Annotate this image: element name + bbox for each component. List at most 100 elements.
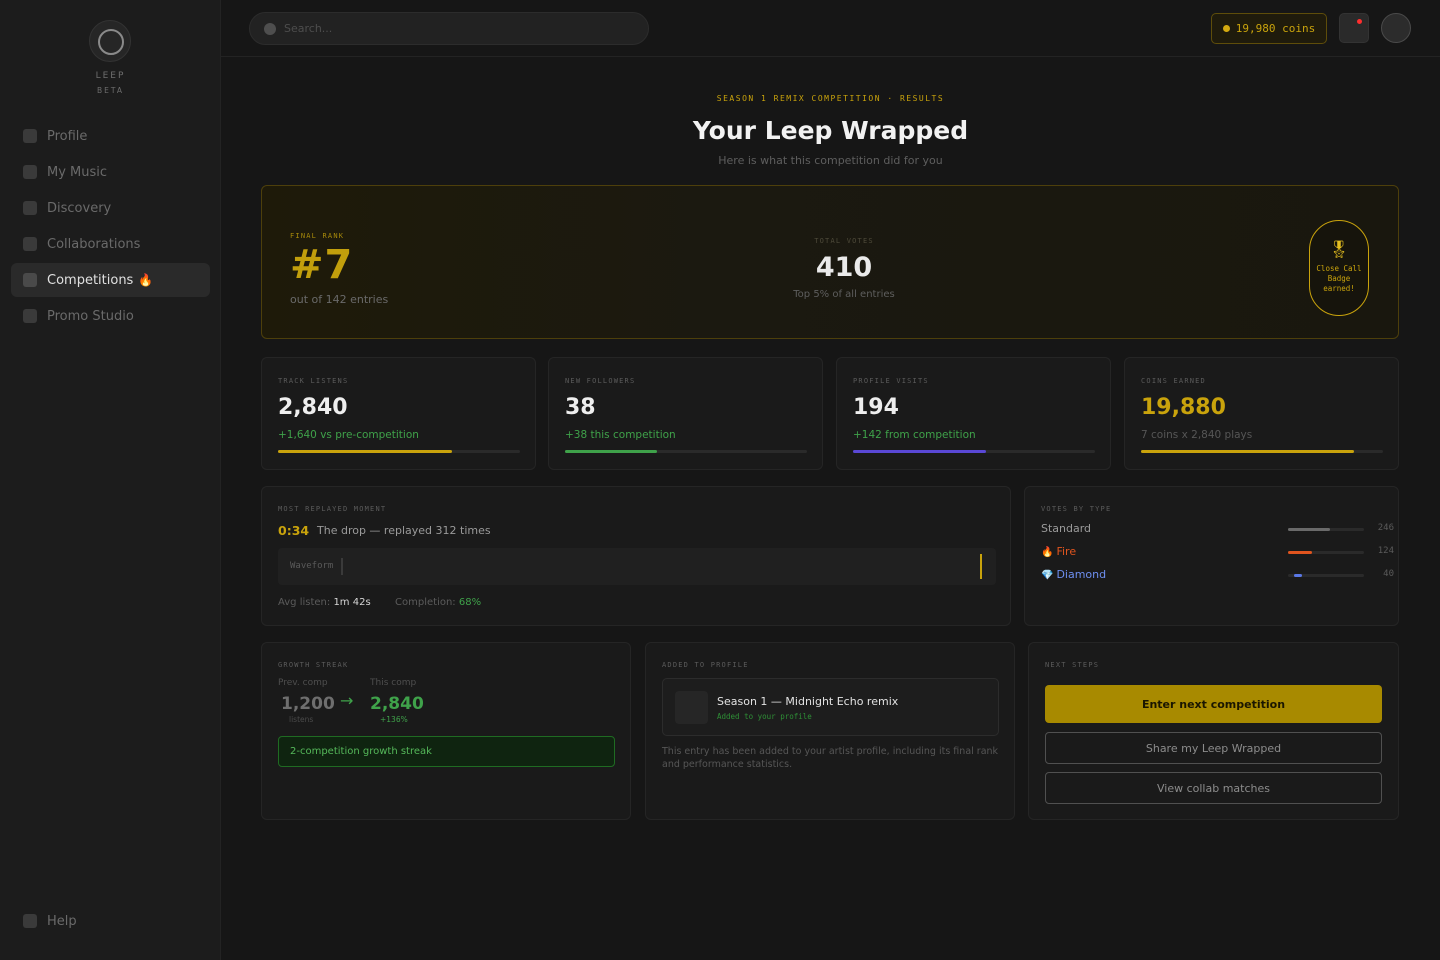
page-title: Your Leep Wrapped bbox=[692, 116, 969, 145]
moment-meta: Avg listen: 1m 42s Completion: 68% bbox=[278, 597, 481, 608]
prev-comp-unit: listens bbox=[289, 715, 314, 724]
promo-icon bbox=[23, 309, 37, 323]
vote-row-standard: Standard 246 bbox=[1041, 522, 1394, 536]
sidebar-item-promo-studio[interactable]: Promo Studio bbox=[11, 299, 210, 333]
enter-next-competition-button[interactable]: Enter next competition bbox=[1045, 685, 1382, 723]
coins-balance[interactable]: 19,980 coins bbox=[1211, 13, 1327, 44]
stat-label: COINS EARNED bbox=[1141, 377, 1206, 385]
stat-value: 2,840 bbox=[278, 395, 348, 420]
logo-icon[interactable] bbox=[89, 20, 131, 62]
vote-row-diamond: 💎 Diamond 40 bbox=[1041, 568, 1394, 582]
avatar[interactable] bbox=[1381, 13, 1411, 43]
stat-card-profile-visits: PROFILE VISITS 194 +142 from competition bbox=[836, 357, 1111, 470]
sidebar-item-profile[interactable]: Profile bbox=[11, 119, 210, 153]
badge-text: Close Call Badge earned! bbox=[1316, 264, 1362, 293]
entry-tag: Added to your profile bbox=[717, 712, 812, 721]
rank-label: FINAL RANK bbox=[290, 232, 345, 240]
vote-row-fire: 🔥 Fire 124 bbox=[1041, 545, 1394, 559]
logo-tag: BETA bbox=[96, 86, 124, 95]
total-votes: 410 bbox=[815, 252, 873, 283]
progress-bar bbox=[1141, 450, 1383, 453]
music-icon bbox=[23, 165, 37, 179]
completion-label: Completion: bbox=[395, 597, 456, 608]
progress-fill bbox=[278, 450, 453, 453]
diamond-icon: 💎 bbox=[1041, 570, 1054, 581]
vote-count: 246 bbox=[1377, 523, 1394, 533]
sidebar-item-label: My Music bbox=[47, 164, 108, 180]
stat-label: NEW FOLLOWERS bbox=[565, 377, 636, 385]
final-rank: #7 bbox=[290, 242, 354, 288]
vote-type-name: Standard bbox=[1041, 522, 1092, 535]
sidebar: LEEP BETA Profile My Music Discovery Col… bbox=[0, 0, 221, 960]
page-subtitle: Here is what this competition did for yo… bbox=[718, 154, 943, 167]
stat-delta: 7 coins x 2,840 plays bbox=[1141, 429, 1253, 441]
votes-subtext: Top 5% of all entries bbox=[793, 289, 895, 300]
stat-label: PROFILE VISITS bbox=[853, 377, 929, 385]
waveform[interactable]: Waveform bbox=[278, 548, 996, 585]
next-steps-label: NEXT STEPS bbox=[1045, 661, 1100, 669]
votes-label: TOTAL VOTES bbox=[814, 237, 874, 245]
sidebar-item-label: Help bbox=[47, 913, 77, 929]
replay-marker bbox=[980, 554, 982, 579]
page-eyebrow: SEASON 1 REMIX COMPETITION · RESULTS bbox=[716, 94, 945, 103]
streak-banner: 2-competition growth streak bbox=[278, 736, 615, 767]
stat-card-track-listens: TRACK LISTENS 2,840 +1,640 vs pre-compet… bbox=[261, 357, 536, 470]
share-wrapped-button[interactable]: Share my Leep Wrapped bbox=[1045, 732, 1382, 764]
rank-subtext: out of 142 entries bbox=[290, 293, 389, 306]
collaborations-icon bbox=[23, 237, 37, 251]
stat-label: TRACK LISTENS bbox=[278, 377, 349, 385]
sidebar-item-competitions[interactable]: Competitions 🔥 bbox=[11, 263, 210, 297]
prev-comp-value: 1,200 bbox=[281, 694, 335, 714]
sidebar-item-label: Discovery bbox=[47, 200, 112, 216]
avg-listen-value: 1m 42s bbox=[333, 597, 371, 608]
stat-value: 38 bbox=[565, 395, 596, 420]
progress-bar bbox=[565, 450, 807, 453]
medal-icon: 🎖 bbox=[1328, 240, 1350, 260]
vote-bar-fill bbox=[1288, 551, 1313, 554]
stat-value: 194 bbox=[853, 395, 899, 420]
search-bar[interactable] bbox=[249, 12, 649, 45]
notification-dot-icon bbox=[1357, 19, 1362, 24]
sidebar-item-discovery[interactable]: Discovery bbox=[11, 191, 210, 225]
view-collab-matches-button[interactable]: View collab matches bbox=[1045, 772, 1382, 804]
next-steps-card: NEXT STEPS Enter next competition Share … bbox=[1028, 642, 1399, 820]
sidebar-item-label: Promo Studio bbox=[47, 308, 134, 324]
search-icon bbox=[264, 22, 276, 35]
fire-icon: 🔥 bbox=[138, 273, 154, 287]
coins-label: 19,980 coins bbox=[1235, 22, 1316, 35]
search-input[interactable] bbox=[284, 22, 614, 35]
sidebar-item-label: Profile bbox=[47, 128, 88, 144]
avg-listen-label: Avg listen: bbox=[278, 597, 331, 608]
most-replayed-card: MOST REPLAYED MOMENT 0:34 The drop — rep… bbox=[261, 486, 1011, 626]
coin-icon bbox=[1222, 25, 1230, 32]
close-call-badge[interactable]: 🎖 Close Call Badge earned! bbox=[1309, 220, 1369, 316]
votes-by-type-card: VOTES BY TYPE Standard 246 🔥 Fire 124 💎 Di… bbox=[1024, 486, 1399, 626]
moment-label: MOST REPLAYED MOMENT bbox=[278, 505, 387, 513]
stat-value: 19,880 bbox=[1141, 395, 1226, 420]
vote-count: 40 bbox=[1383, 569, 1394, 579]
sidebar-item-my-music[interactable]: My Music bbox=[11, 155, 210, 189]
vote-bar-fill bbox=[1288, 528, 1330, 531]
stat-delta: +142 from competition bbox=[853, 429, 976, 441]
sidebar-item-collaborations[interactable]: Collaborations bbox=[11, 227, 210, 261]
waveform-label: Waveform bbox=[290, 561, 334, 571]
stat-card-coins-earned: COINS EARNED 19,880 7 coins x 2,840 play… bbox=[1124, 357, 1399, 470]
hero-card: FINAL RANK #7 out of 142 entries TOTAL V… bbox=[261, 185, 1399, 339]
vote-bar bbox=[1288, 528, 1364, 531]
growth-streak-card: GROWTH STREAK Prev. comp 1,200 listens →… bbox=[261, 642, 631, 820]
stat-delta: +1,640 vs pre-competition bbox=[278, 429, 419, 441]
discovery-icon bbox=[23, 201, 37, 215]
streak-label: GROWTH STREAK bbox=[278, 661, 349, 669]
progress-fill bbox=[1141, 450, 1354, 453]
sidebar-item-label: Collaborations bbox=[47, 236, 141, 252]
sidebar-item-help[interactable]: Help bbox=[11, 904, 210, 938]
fire-icon: 🔥 bbox=[1041, 547, 1054, 558]
progress-bar bbox=[853, 450, 1095, 453]
track-thumbnail bbox=[675, 691, 708, 724]
arrow-right-icon: → bbox=[340, 691, 354, 710]
vote-count: 124 bbox=[1377, 546, 1394, 556]
notifications-button[interactable] bbox=[1339, 13, 1369, 43]
this-comp-value: 2,840 bbox=[370, 694, 424, 714]
profile-entry[interactable]: Season 1 — Midnight Echo remix Added to … bbox=[662, 678, 999, 736]
vote-bar bbox=[1288, 574, 1364, 577]
